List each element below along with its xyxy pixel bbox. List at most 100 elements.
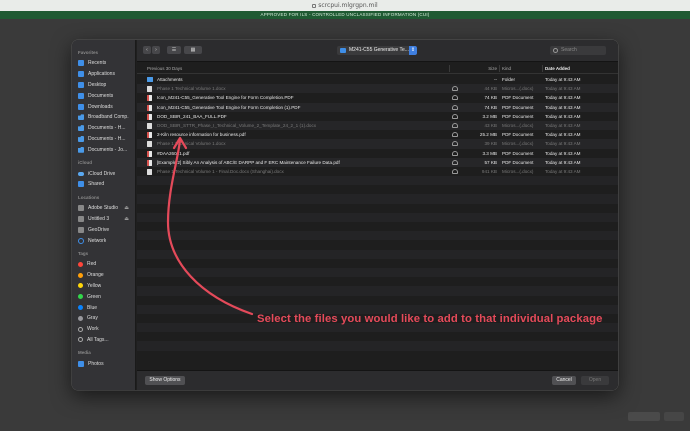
file-date-added: Today at 9:43 AM (545, 77, 581, 82)
location-popup[interactable]: M241-C55 Generative Te... ⇕ (337, 46, 417, 55)
sidebar-item-favorites-0[interactable]: Recents (72, 58, 135, 69)
view-mode-button[interactable]: ☰ (167, 46, 181, 54)
file-size: 941 KB (481, 168, 497, 174)
sidebar-item-locations-2[interactable]: GeoDrive (72, 224, 135, 235)
sidebar-item-tags-7[interactable]: All Tags... (72, 335, 135, 346)
empty-row (137, 267, 618, 278)
sidebar-item-locations-1[interactable]: Untitled 3 ⏏ (72, 214, 135, 225)
file-size: 57 KB (484, 159, 497, 165)
column-header: Previous 30 Days Size Kind Date Added (137, 63, 618, 74)
column-kind[interactable]: Kind (502, 63, 511, 74)
sidebar-item-label: iCloud Drive (88, 170, 116, 177)
icloud-download-icon[interactable] (452, 104, 458, 110)
pdf-file-icon (147, 132, 152, 139)
icloud-download-icon[interactable] (452, 150, 458, 156)
sidebar-item-tags-0[interactable]: Red (72, 259, 135, 270)
forward-button[interactable]: › (152, 46, 160, 54)
sidebar-item-label: Downloads (88, 103, 113, 110)
file-name: DOD_SBIR_241_BAA_FULL.PDF (157, 113, 227, 119)
sidebar-item-favorites-3[interactable]: Documents (72, 90, 135, 101)
file-row[interactable]: Icon_M241-C55_Generative Tool Engine for… (137, 93, 618, 102)
sidebar-item-tags-5[interactable]: Gray (72, 313, 135, 324)
sidebar-item-label: Red (87, 261, 97, 268)
sidebar-item-label: Adobe Studio (88, 205, 119, 212)
file-row[interactable]: Phase 1 Technical Volume 1.docx 44 KB Micr… (137, 84, 618, 94)
sidebar-item-label: All Tags... (87, 336, 109, 343)
sidebar-item-tags-4[interactable]: Blue (72, 302, 135, 313)
file-name: DOD_SBIR_STTR_Phase_I_Technical_Volume_2… (157, 122, 317, 128)
icloud-download-icon[interactable] (452, 141, 458, 147)
sidebar-item-label: Network (88, 237, 107, 244)
icloud-download-icon[interactable] (452, 95, 458, 101)
lock-icon (312, 3, 317, 8)
sidebar-item-label: Desktop (88, 81, 107, 88)
browser-url[interactable]: scrcpui.mlgrgpn.mil (0, 2, 690, 9)
file-row[interactable]: DOD_SBIR_241_BAA_FULL.PDF 3.2 MB PDF Docum… (137, 112, 618, 121)
empty-row (137, 240, 618, 249)
tags-heading: Tags (78, 250, 89, 256)
sidebar-item-favorites-4[interactable]: Downloads (72, 101, 135, 112)
file-row[interactable]: 2-Kiln resource information for business… (137, 130, 618, 139)
file-row[interactable]: Phase 1 Technical Volume 1.docx 39 KB Micr… (137, 139, 618, 149)
icloud-download-icon[interactable] (452, 113, 458, 119)
icloud-download-icon[interactable] (452, 159, 458, 165)
cancel-button[interactable]: Cancel (552, 376, 576, 385)
pdf-file-icon (147, 95, 152, 102)
sidebar-item-locations-3[interactable]: Network (72, 235, 135, 246)
sidebar-item-locations-0[interactable]: Adobe Studio ⏏ (72, 203, 135, 214)
empty-row (137, 194, 618, 204)
file-size: 3.2 MB (482, 113, 497, 119)
file-row[interactable]: Attachments -- Folder Today at 9:43 AM (137, 75, 618, 84)
file-date-added: Today at 9:43 AM (545, 104, 581, 110)
sidebar-item-favorites-5[interactable]: Broadband Comp... (72, 112, 135, 123)
file-size: 43 KB (484, 122, 497, 128)
sidebar-item-label: Untitled 3 (88, 215, 110, 222)
eject-icon[interactable]: ⏏ (124, 205, 129, 211)
shared-icon (78, 181, 84, 188)
group-button[interactable]: ▦ (184, 46, 202, 54)
folder-icon (147, 77, 153, 82)
file-name: [Example 2] Sibly An Analysis of ABC/E D… (157, 159, 340, 165)
file-browser: ‹ › ☰ ▦ M241-C55 Generative Te... ⇕ Sear… (137, 40, 618, 390)
applications-icon (78, 71, 84, 78)
chevron-updown-icon: ⇕ (409, 46, 417, 55)
icloud-download-icon[interactable] (452, 122, 458, 128)
file-row[interactable]: DOD_SBIR_STTR_Phase_I_Technical_Volume_2… (137, 120, 618, 131)
sidebar-item-favorites-8[interactable]: Documents - Jo... (72, 144, 135, 155)
sidebar-item-favorites-6[interactable]: Documents - H... (72, 123, 135, 134)
column-divider (449, 65, 450, 72)
disk-icon (78, 226, 84, 233)
eject-icon[interactable]: ⏏ (124, 216, 129, 222)
toolbar: ‹ › ☰ ▦ M241-C55 Generative Te... ⇕ Sear… (137, 40, 618, 62)
file-row[interactable]: Icon_M241-C55_Generative Tool Engine for… (137, 102, 618, 112)
back-button[interactable]: ‹ (143, 46, 151, 54)
sidebar-item-favorites-1[interactable]: Applications (72, 69, 135, 80)
file-row[interactable]: #DAA26041.pdf 3.3 MB PDF Document Today at … (137, 149, 618, 158)
search-input[interactable]: Search (550, 46, 606, 55)
file-size: 25.2 MB (479, 132, 497, 138)
file-row[interactable]: [Example 2] Sibly An Analysis of ABC/E D… (137, 157, 618, 167)
sidebar-item-tags-2[interactable]: Yellow (72, 281, 135, 292)
sidebar-item-label: Blue (87, 304, 98, 311)
file-kind: PDF Document (502, 132, 534, 138)
icloud-download-icon[interactable] (452, 168, 458, 174)
sidebar-item-favorites-7[interactable]: Documents - H... (72, 134, 135, 145)
background-button (628, 412, 660, 421)
sidebar-item-icloud-1[interactable]: Shared (72, 179, 135, 190)
sidebar: Favorites Recents Applications Desktop Docum… (72, 40, 136, 390)
sidebar-item-tags-1[interactable]: Orange (72, 270, 135, 281)
open-button[interactable]: Open (581, 376, 609, 385)
sidebar-item-tags-6[interactable]: Work (72, 324, 135, 335)
icloud-download-icon[interactable] (452, 86, 458, 92)
sidebar-item-label: Yellow (87, 282, 102, 289)
show-options-button[interactable]: Show Options (145, 376, 185, 385)
file-row[interactable]: Phase 1 Technical Volume 1 - Final.Doc.d… (137, 167, 618, 176)
sidebar-item-favorites-2[interactable]: Desktop (72, 80, 135, 91)
file-name: Icon_M241-C55_Generative Tool Engine for… (157, 95, 294, 101)
sidebar-item-tags-3[interactable]: Green (72, 291, 135, 302)
icloud-download-icon[interactable] (452, 132, 458, 138)
column-date-added[interactable]: Date Added (545, 63, 570, 74)
sidebar-item-icloud-0[interactable]: iCloud Drive (72, 168, 135, 179)
sidebar-item-media-0[interactable]: Photos (72, 358, 135, 369)
column-size[interactable]: Size (467, 63, 497, 74)
